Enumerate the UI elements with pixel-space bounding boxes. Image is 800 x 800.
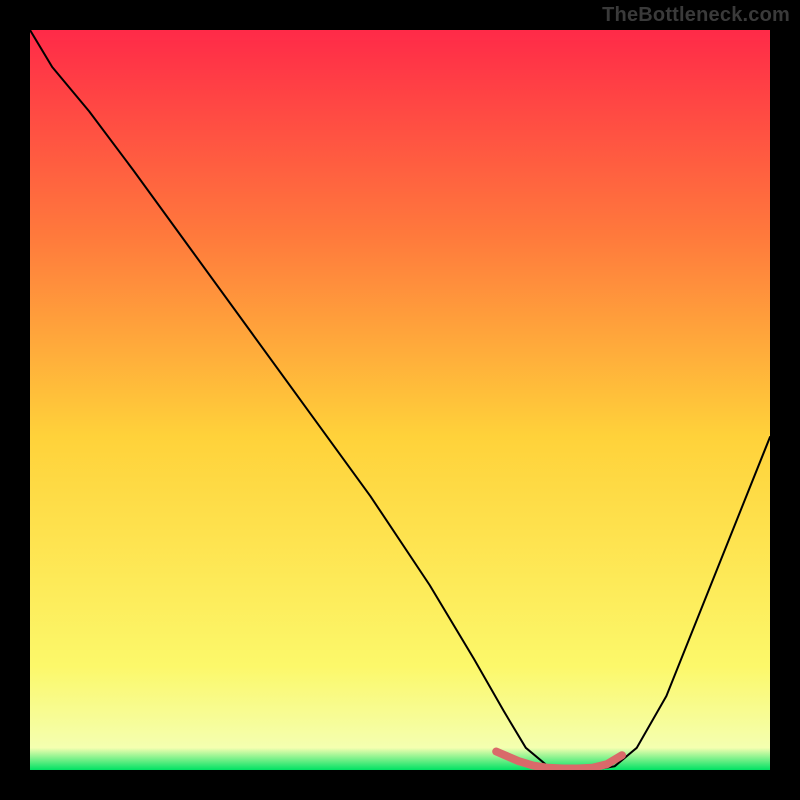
chart-canvas: TheBottleneck.com [0,0,800,800]
gradient-background [30,30,770,770]
watermark-text: TheBottleneck.com [602,4,790,27]
plot-svg [30,30,770,770]
plot-area [30,30,770,770]
